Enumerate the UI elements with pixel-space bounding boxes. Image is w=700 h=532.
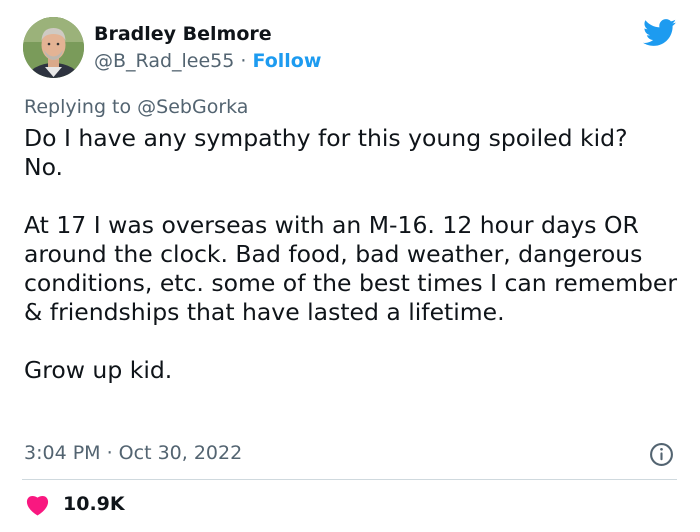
tweet-text: Do I have any sympathy for this young sp…: [24, 124, 684, 385]
divider: [22, 479, 677, 480]
avatar[interactable]: [23, 17, 84, 78]
like-count[interactable]: 10.9K: [63, 493, 125, 515]
author-handle[interactable]: @B_Rad_lee55: [94, 50, 234, 72]
tweet-paragraph: Grow up kid.: [24, 356, 173, 384]
info-icon[interactable]: [649, 442, 674, 467]
replying-to-prefix: Replying to: [24, 96, 138, 118]
follow-button[interactable]: Follow: [253, 50, 322, 72]
tweet-paragraph: At 17 I was overseas with an M-16. 12 ho…: [24, 211, 678, 326]
tweet-timestamp[interactable]: 3:04 PM · Oct 30, 2022: [24, 442, 242, 464]
replying-to: Replying to @SebGorka: [24, 96, 248, 118]
replying-to-mention[interactable]: @SebGorka: [137, 96, 248, 118]
twitter-bird-icon[interactable]: [643, 19, 677, 47]
separator: ·: [240, 50, 247, 72]
author-name[interactable]: Bradley Belmore: [94, 23, 272, 45]
tweet-paragraph: Do I have any sympathy for this young sp…: [24, 124, 628, 181]
author-handle-line: @B_Rad_lee55 · Follow: [94, 50, 321, 72]
heart-icon[interactable]: [25, 493, 50, 516]
